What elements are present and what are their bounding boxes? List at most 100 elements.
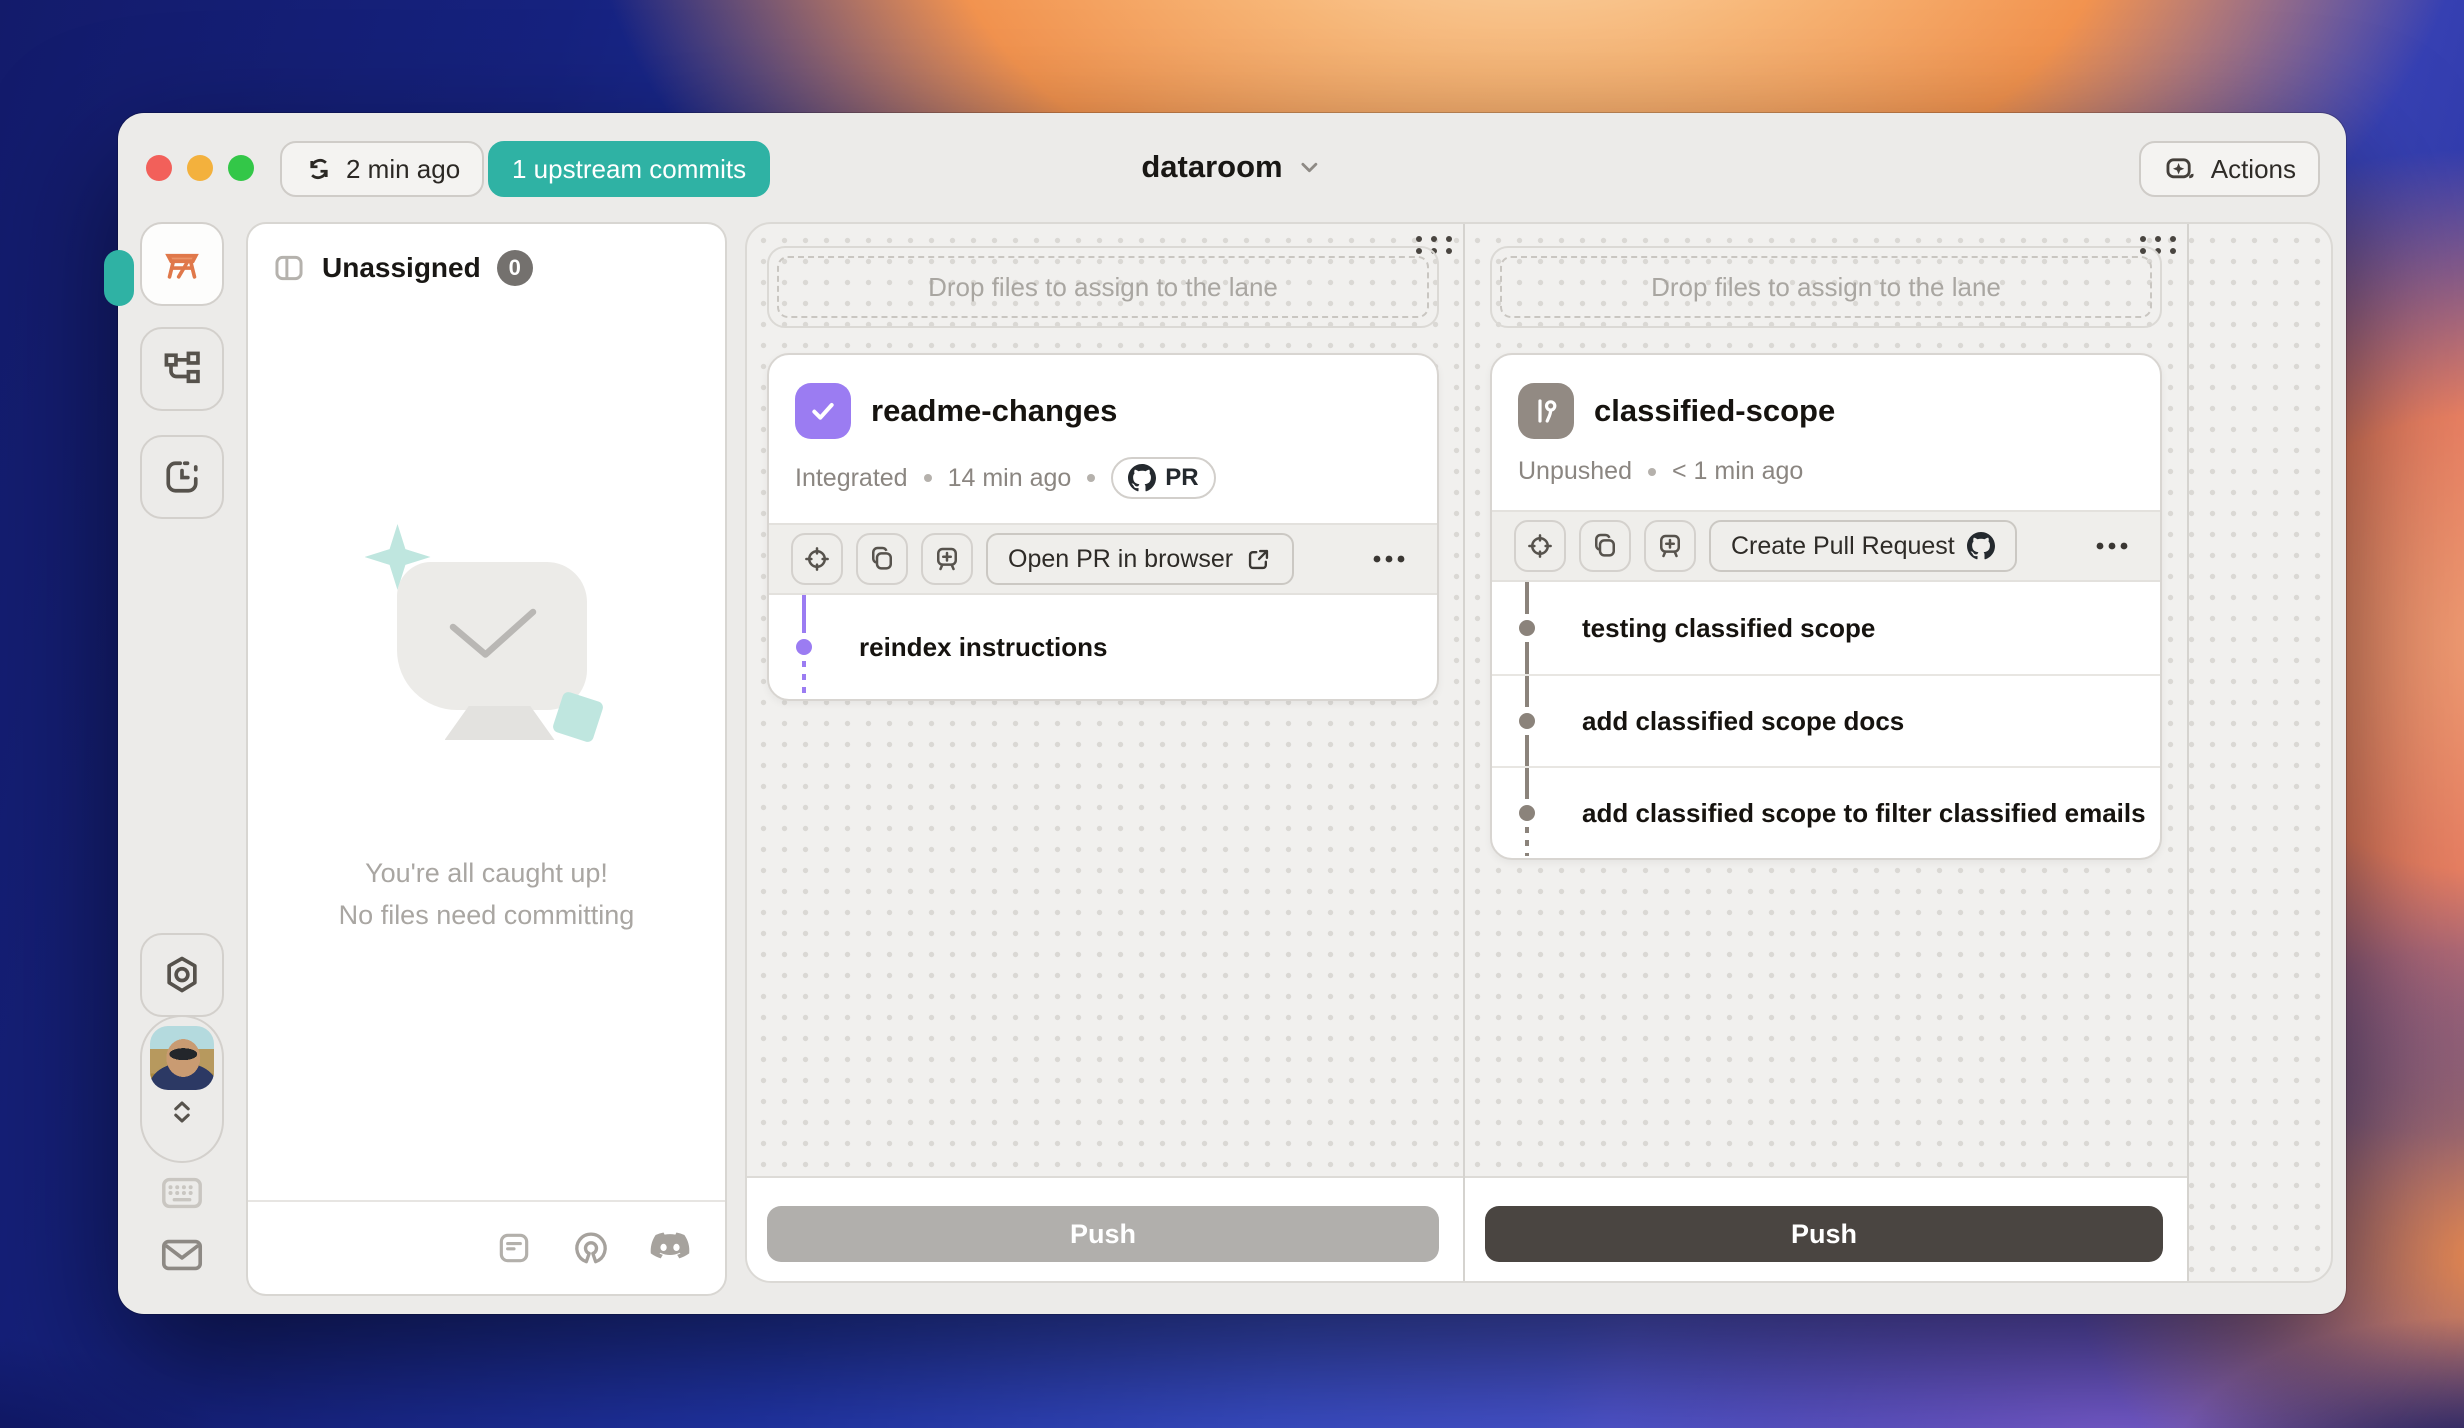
- branch-menu-button[interactable]: [1363, 544, 1415, 574]
- commit-row[interactable]: add classified scope to filter classifie…: [1492, 766, 2160, 858]
- upstream-commits-button[interactable]: 1 upstream commits: [488, 141, 770, 197]
- commit-dot-icon: [1519, 805, 1535, 821]
- commit-row[interactable]: reindex instructions: [769, 595, 1437, 699]
- fetch-time-label: 2 min ago: [346, 154, 460, 185]
- discord-icon[interactable]: [649, 1230, 691, 1266]
- new-dependent-branch-button[interactable]: [1644, 520, 1696, 572]
- user-avatar: [150, 1026, 214, 1090]
- copy-icon: [867, 544, 897, 574]
- unassigned-footer: [248, 1200, 725, 1294]
- unfold-chevrons-icon: [167, 1096, 197, 1128]
- unassigned-count-badge: 0: [497, 250, 533, 286]
- keyboard-shortcuts-button[interactable]: [154, 1173, 210, 1213]
- branch-updated-time: 14 min ago: [948, 464, 1072, 493]
- drop-zone[interactable]: Drop files to assign to the lane: [1490, 246, 2162, 328]
- commit-dot-icon: [796, 639, 812, 655]
- external-link-icon: [1245, 546, 1272, 573]
- fetch-status-button[interactable]: 2 min ago: [280, 141, 484, 197]
- commit-dot-icon: [1519, 620, 1535, 636]
- commit-message: add classified scope docs: [1582, 706, 1904, 737]
- commit-rail: [1525, 735, 1529, 766]
- meta-separator: [1648, 468, 1656, 476]
- commit-rail: [1525, 676, 1529, 707]
- branch-menu-button[interactable]: [2086, 531, 2138, 561]
- project-name: dataroom: [1141, 149, 1282, 185]
- commit-message: testing classified scope: [1582, 613, 1875, 644]
- project-switcher[interactable]: dataroom: [1141, 149, 1322, 185]
- copy-branch-button[interactable]: [1579, 520, 1631, 572]
- actions-label: Actions: [2211, 154, 2296, 185]
- github-icon: [1967, 532, 1995, 560]
- empty-state-title: You're all caught up!: [339, 852, 635, 894]
- lane-footer: Push: [1465, 1176, 2187, 1281]
- branch-updated-time: < 1 min ago: [1672, 457, 1803, 486]
- unassigned-header: Unassigned 0: [248, 224, 725, 312]
- branch-status: Integrated: [795, 464, 908, 493]
- mail-icon: [159, 1235, 205, 1275]
- target-icon: [1525, 531, 1555, 561]
- copy-branch-button[interactable]: [856, 533, 908, 585]
- sidebar-item-workspace[interactable]: [140, 222, 224, 306]
- profile-switcher[interactable]: [140, 1015, 224, 1163]
- commit-list: testing classified scope add classified …: [1492, 582, 2160, 858]
- notes-icon[interactable]: [495, 1229, 533, 1267]
- create-pr-label: Create Pull Request: [1731, 532, 1955, 561]
- zoom-window-button[interactable]: [228, 155, 254, 181]
- open-pr-button[interactable]: Open PR in browser: [986, 533, 1294, 585]
- unassigned-title: Unassigned: [322, 252, 481, 284]
- traffic-lights: [146, 155, 254, 181]
- sidebar-item-settings[interactable]: [140, 933, 224, 1017]
- drop-zone[interactable]: Drop files to assign to the lane: [767, 246, 1439, 328]
- sync-icon: [304, 154, 334, 184]
- branch-toolbar: Open PR in browser: [769, 523, 1437, 595]
- commit-list: reindex instructions: [769, 595, 1437, 699]
- branch-name: readme-changes: [871, 393, 1117, 429]
- drop-zone-hint: Drop files to assign to the lane: [1651, 272, 2001, 303]
- minimize-window-button[interactable]: [187, 155, 213, 181]
- sidebar-item-history[interactable]: [140, 435, 224, 519]
- drop-zone-hint: Drop files to assign to the lane: [928, 272, 1278, 303]
- actions-button[interactable]: Actions: [2139, 141, 2320, 197]
- gitbutler-window: 2 min ago 1 upstream commits dataroom Ac…: [118, 113, 2346, 1314]
- branch-card-header[interactable]: readme-changes Integrated 14 min ago PR: [769, 355, 1437, 523]
- open-source-icon[interactable]: [571, 1228, 611, 1268]
- commit-rail: [1525, 827, 1529, 856]
- sidebar: [118, 223, 246, 1314]
- monitor-stand-shape: [445, 706, 555, 740]
- new-dependent-branch-button[interactable]: [921, 533, 973, 585]
- monitor-shape: [397, 562, 587, 710]
- create-pr-button[interactable]: Create Pull Request: [1709, 520, 2017, 572]
- assign-target-button[interactable]: [1514, 520, 1566, 572]
- copy-icon: [1590, 531, 1620, 561]
- ellipsis-icon: [2092, 531, 2132, 561]
- lane-divider[interactable]: [1463, 224, 1465, 1281]
- branch-card-classified-scope: classified-scope Unpushed < 1 min ago: [1490, 353, 2162, 860]
- commit-rail: [802, 661, 806, 697]
- branch-toolbar: Create Pull Request: [1492, 510, 2160, 582]
- sidebar-item-branches[interactable]: [140, 327, 224, 411]
- pr-badge[interactable]: PR: [1111, 457, 1215, 499]
- push-button-classified-scope[interactable]: Push: [1485, 1206, 2163, 1262]
- integrated-check-icon: [795, 383, 851, 439]
- unassigned-panel: Unassigned 0 You're all caught up! No fi…: [246, 222, 727, 1296]
- branch-card-header[interactable]: classified-scope Unpushed < 1 min ago: [1492, 355, 2160, 510]
- commit-rail: [1525, 768, 1529, 799]
- workbench-icon: [160, 242, 204, 286]
- branches-icon: [160, 347, 204, 391]
- lane-divider[interactable]: [2187, 224, 2189, 1281]
- caught-up-illustration: [357, 524, 617, 824]
- close-window-button[interactable]: [146, 155, 172, 181]
- branch-icon: [1518, 383, 1574, 439]
- commit-dot-icon: [1519, 713, 1535, 729]
- commit-row[interactable]: testing classified scope: [1492, 582, 2160, 674]
- assign-target-button[interactable]: [791, 533, 843, 585]
- meta-separator: [924, 474, 932, 482]
- branch-name: classified-scope: [1594, 393, 1835, 429]
- window-topbar: 2 min ago 1 upstream commits dataroom Ac…: [118, 113, 2346, 223]
- commit-row[interactable]: add classified scope docs: [1492, 674, 2160, 766]
- new-dependent-branch-icon: [1655, 531, 1685, 561]
- branch-status: Unpushed: [1518, 457, 1632, 486]
- feedback-button[interactable]: [154, 1235, 210, 1275]
- chevron-down-icon: [1297, 154, 1323, 180]
- commit-message: add classified scope to filter classifie…: [1582, 798, 2146, 829]
